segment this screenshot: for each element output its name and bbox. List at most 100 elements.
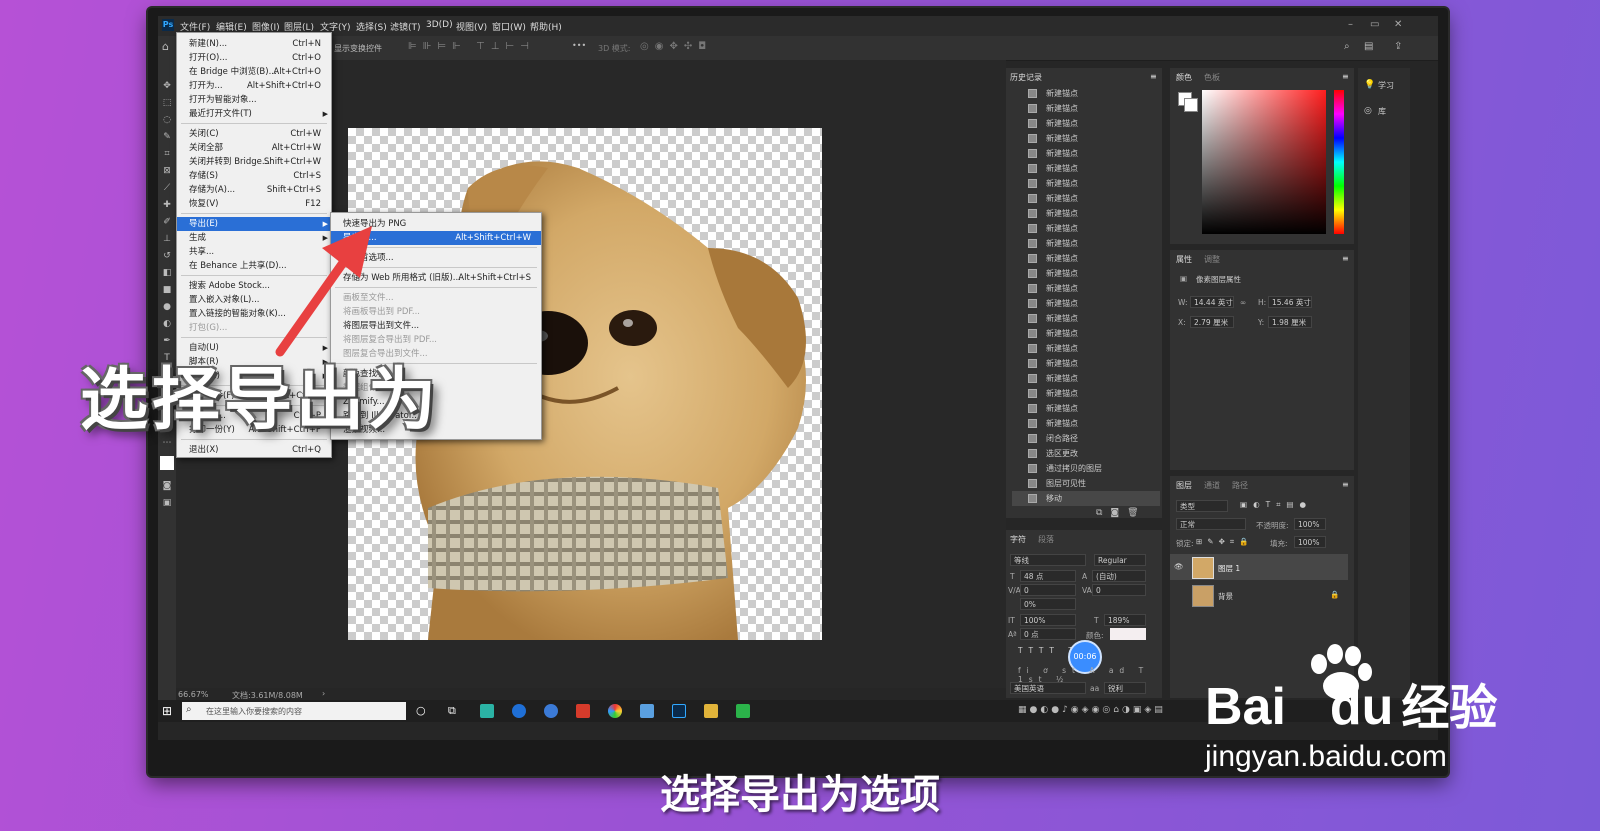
windows-start-icon[interactable]: ⊞ (162, 704, 172, 718)
library-icon[interactable]: ◎ (1364, 106, 1372, 116)
share-icon[interactable]: ⇪ (1394, 41, 1402, 52)
tab-channels[interactable]: 通道 (1204, 480, 1220, 491)
foreground-color-swatch[interactable] (160, 456, 174, 470)
history-row[interactable]: 新建锚点 (1012, 206, 1160, 221)
library-label[interactable]: 库 (1378, 106, 1386, 117)
stamp-tool-icon[interactable]: ⊥ (161, 233, 173, 245)
crop-tool-icon[interactable]: ⌗ (161, 148, 173, 160)
notes-icon[interactable] (640, 704, 654, 718)
history-row[interactable]: 新建锚点 (1012, 371, 1160, 386)
history-row[interactable]: 新建锚点 (1012, 356, 1160, 371)
maximize-button[interactable]: ▭ (1370, 19, 1379, 30)
wps-icon[interactable] (576, 704, 590, 718)
show-transform-controls-label[interactable]: 显示变换控件 (334, 43, 382, 54)
menu-item[interactable]: 打开(O)... Ctrl+O (177, 51, 331, 65)
history-row[interactable]: 闭合路径 (1012, 431, 1160, 446)
history-row[interactable]: 新建锚点 (1012, 221, 1160, 236)
y-field[interactable]: 1.98 厘米 (1268, 316, 1312, 328)
history-row[interactable]: 新建锚点 (1012, 251, 1160, 266)
menu-3d[interactable]: 3D(D) (426, 20, 453, 30)
height-field[interactable]: 15.46 英寸 (1268, 296, 1312, 308)
history-row[interactable]: 新建锚点 (1012, 191, 1160, 206)
history-row[interactable]: 新建锚点 (1012, 281, 1160, 296)
history-row[interactable]: 新建锚点 (1012, 176, 1160, 191)
photoshop-taskbar-icon[interactable] (672, 704, 686, 718)
tab-character[interactable]: 字符 (1010, 534, 1026, 545)
menu-window[interactable]: 窗口(W) (492, 20, 526, 33)
history-row[interactable]: 新建锚点 (1012, 266, 1160, 281)
menu-item[interactable]: 退出(X) Ctrl+Q (177, 443, 331, 457)
menu-item[interactable]: 打开为... Alt+Shift+Ctrl+O (177, 79, 331, 93)
browser2-icon[interactable] (544, 704, 558, 718)
more-options-icon[interactable]: ••• (572, 41, 586, 50)
scale-field[interactable]: 0% (1020, 598, 1076, 610)
background-swatch[interactable] (1184, 98, 1198, 112)
home-icon[interactable]: ⌂ (162, 40, 169, 53)
marquee-tool-icon[interactable]: ⬚ (161, 97, 173, 109)
quick-mask-icon[interactable]: ◙ (161, 480, 173, 492)
blur-tool-icon[interactable]: ● (161, 301, 173, 313)
menu-item[interactable]: 关闭全部 Alt+Ctrl+W (177, 141, 331, 155)
color-panel-menu-icon[interactable]: ≡ (1342, 72, 1349, 81)
menu-item[interactable]: 关闭并转到 Bridge... Shift+Ctrl+W (177, 155, 331, 169)
history-row[interactable]: 选区更改 (1012, 446, 1160, 461)
menu-item[interactable]: 在 Bridge 中浏览(B)... Alt+Ctrl+O (177, 65, 331, 79)
tab-swatches[interactable]: 色板 (1204, 72, 1220, 83)
text-color-swatch[interactable] (1110, 628, 1146, 640)
tab-paragraph[interactable]: 段落 (1038, 534, 1054, 545)
history-row[interactable]: 通过拷贝的图层 (1012, 461, 1160, 476)
menu-help[interactable]: 帮助(H) (530, 20, 562, 33)
layer-filter-icons[interactable]: ▣◐T⌗▤● (1240, 500, 1312, 510)
tab-layers[interactable]: 图层 (1176, 480, 1192, 491)
horizontal-scale-field[interactable]: 189% (1104, 614, 1146, 626)
opacity-field[interactable]: 100% (1294, 518, 1326, 530)
zoom-level[interactable]: 66.67% (178, 690, 209, 699)
layer-name[interactable]: 图层 1 (1218, 563, 1240, 574)
history-row[interactable]: 移动 (1012, 491, 1160, 506)
kerning-field[interactable]: 0 (1020, 584, 1076, 596)
task-view-icon[interactable]: ⧉ (448, 704, 456, 718)
system-tray-icons[interactable]: ▦●◐●♪◉◈◉◎⌂◑▣◈▤ (1018, 705, 1166, 715)
history-row[interactable]: 新建锚点 (1012, 101, 1160, 116)
menu-item[interactable]: 存储(S) Ctrl+S (177, 169, 331, 183)
menu-item[interactable]: 最近打开文件(T) ▶ (177, 107, 331, 121)
browser-icon[interactable] (512, 704, 526, 718)
font-family-select[interactable]: 等线 (1010, 554, 1086, 566)
learn-label[interactable]: 学习 (1378, 80, 1394, 91)
cortana-icon[interactable]: ○ (416, 704, 426, 717)
eraser-tool-icon[interactable]: ◧ (161, 267, 173, 279)
close-button[interactable]: ✕ (1394, 19, 1402, 30)
menu-item[interactable]: 打开为智能对象... (177, 93, 331, 107)
link-dimensions-icon[interactable]: ∞ (1240, 298, 1246, 307)
font-style-select[interactable]: Regular (1094, 554, 1146, 566)
history-row[interactable]: 新建锚点 (1012, 131, 1160, 146)
color-picker-field[interactable] (1202, 90, 1326, 234)
leading-field[interactable]: (自动) (1092, 570, 1146, 582)
layers-menu-icon[interactable]: ≡ (1342, 480, 1349, 489)
workspace-icon[interactable]: ▤ (1364, 41, 1373, 52)
healing-tool-icon[interactable]: ✚ (161, 199, 173, 211)
history-row[interactable]: 新建锚点 (1012, 326, 1160, 341)
x-field[interactable]: 2.79 厘米 (1190, 316, 1234, 328)
tab-history[interactable]: 历史记录 (1010, 72, 1042, 83)
eyedropper-tool-icon[interactable]: ⟋ (161, 182, 173, 194)
status-arrow-icon[interactable]: › (322, 689, 325, 698)
history-row[interactable]: 新建锚点 (1012, 416, 1160, 431)
language-select[interactable]: 美国英语 (1010, 682, 1086, 694)
blend-mode-select[interactable]: 正常 (1176, 518, 1246, 530)
fill-field[interactable]: 100% (1294, 536, 1326, 548)
history-row[interactable]: 新建锚点 (1012, 311, 1160, 326)
app-icon[interactable] (736, 704, 750, 718)
lock-icons[interactable]: ⊞✎✥⌗🔒 (1196, 537, 1253, 547)
brush-tool-icon[interactable]: ✐ (161, 216, 173, 228)
minimize-button[interactable]: – (1348, 19, 1353, 30)
screen-mode-icon[interactable]: ▣ (161, 497, 173, 509)
history-row[interactable]: 新建锚点 (1012, 146, 1160, 161)
menu-select[interactable]: 选择(S) (356, 20, 387, 33)
menu-filter[interactable]: 滤镜(T) (390, 20, 421, 33)
visibility-eye-icon[interactable]: 👁 (1174, 562, 1184, 571)
dodge-tool-icon[interactable]: ◐ (161, 318, 173, 330)
taskbar-search-placeholder[interactable]: 在这里输入你要搜索的内容 (206, 706, 302, 717)
antialias-select[interactable]: 锐利 (1104, 682, 1146, 694)
lasso-tool-icon[interactable]: ◌ (161, 114, 173, 126)
